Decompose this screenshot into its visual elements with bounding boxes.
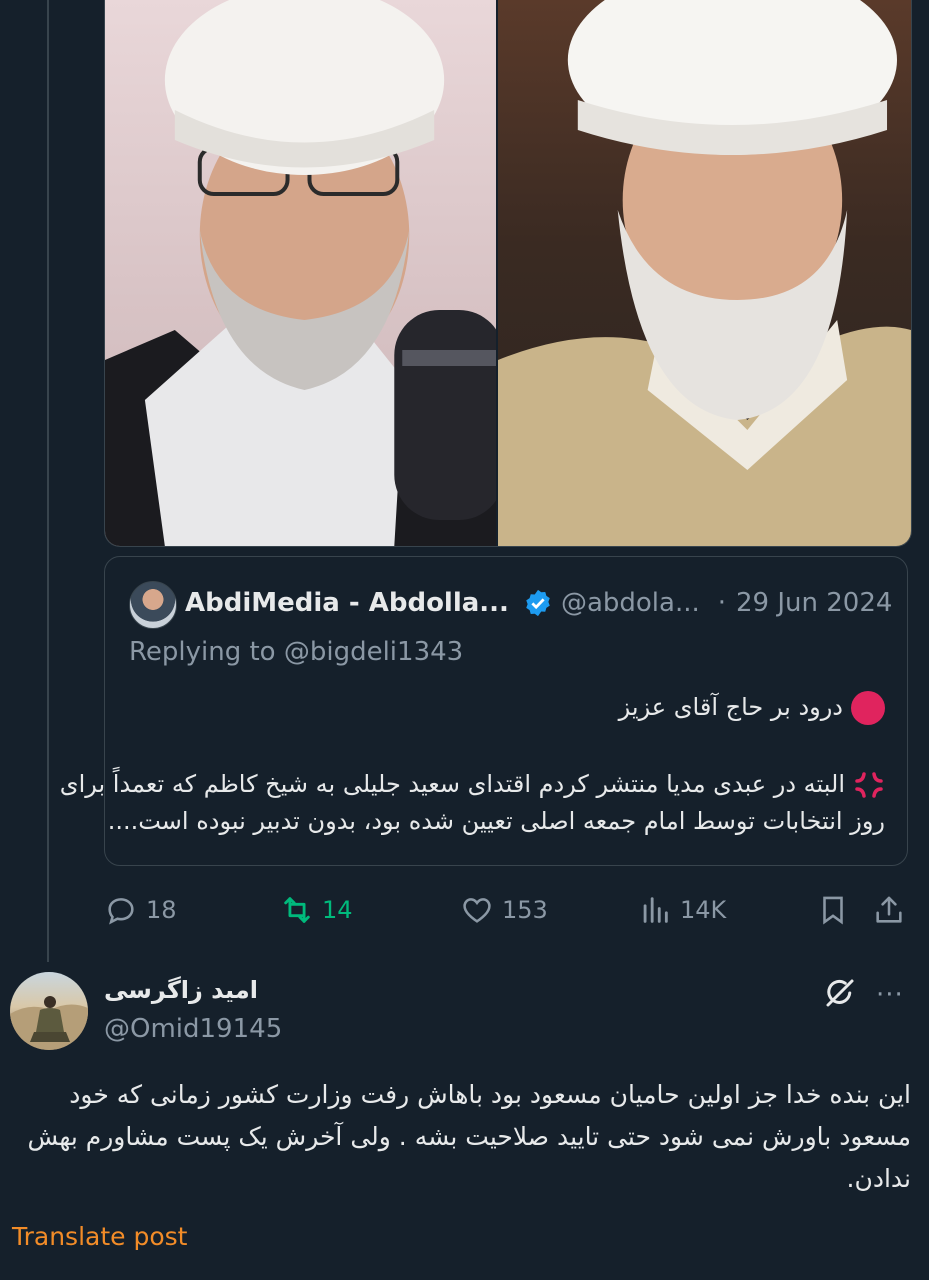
- reply-icon: [108, 898, 134, 925]
- reply-text-line: ندادن.: [846, 1164, 911, 1193]
- reply-author-name[interactable]: امید زاگرسی: [104, 976, 258, 1004]
- red-circle-emoji-icon: [851, 691, 885, 725]
- retweet-button[interactable]: 14: [280, 888, 353, 932]
- like-button[interactable]: 153: [460, 888, 548, 932]
- quoted-author-handle[interactable]: @abdola...: [561, 588, 700, 618]
- reply-author-handle[interactable]: @Omid19145: [104, 1014, 282, 1044]
- thread-connector-line: [47, 0, 49, 962]
- heart-icon: [463, 898, 491, 923]
- media-photo-left[interactable]: [105, 0, 497, 546]
- quoted-author-avatar[interactable]: [129, 581, 177, 629]
- reply-tweet-text: این بنده خدا جز اولین حامیان مسعود بود ب…: [27, 1074, 911, 1200]
- replying-to-label: Replying to @bigdeli1343: [129, 637, 464, 667]
- verified-badge-icon: [526, 589, 550, 617]
- view-count: 14K: [680, 896, 727, 924]
- bookmark-button[interactable]: [816, 888, 858, 932]
- quoted-tweet-date[interactable]: 29 Jun 2024: [736, 588, 892, 618]
- retweet-count: 14: [322, 896, 353, 924]
- quoted-text-line: البته در عبدی مدیا منتشر کردم اقتدای سعی…: [60, 769, 885, 801]
- header-separator: ·: [717, 588, 727, 618]
- avatar-photo: [10, 996, 88, 1050]
- reply-button[interactable]: 18: [104, 888, 177, 932]
- reply-text-line: مسعود باورش نمی شود حتی تایید صلاحیت بشه…: [27, 1122, 911, 1151]
- analytics-bar-icon: [643, 897, 668, 923]
- reply-text-line: این بنده خدا جز اولین حامیان مسعود بود ب…: [69, 1080, 911, 1109]
- reply-count: 18: [146, 896, 177, 924]
- quoted-tweet-card[interactable]: AbdiMedia - Abdolla... @abdola... · 29 J…: [60, 556, 908, 866]
- quoted-tweet-header: AbdiMedia - Abdolla... @abdola... · 29 J…: [185, 583, 892, 623]
- quoted-author-name[interactable]: AbdiMedia - Abdolla...: [185, 588, 509, 618]
- quoted-text-line: روز انتخابات توسط امام جمعه اصلی تعیین ش…: [107, 807, 885, 835]
- media-photo-right[interactable]: [498, 0, 911, 546]
- bookmark-icon: [823, 896, 843, 925]
- more-options-icon[interactable]: ···: [876, 982, 904, 1008]
- reply-author-avatar[interactable]: [10, 972, 88, 1050]
- translate-post-link[interactable]: Translate post: [12, 1222, 187, 1251]
- grok-icon[interactable]: [822, 975, 858, 1011]
- quoted-text-line: درود بر حاج آقای عزیز: [619, 691, 885, 725]
- views-button[interactable]: 14K: [638, 888, 726, 932]
- share-icon: [876, 896, 902, 923]
- tweet-media[interactable]: [104, 0, 912, 547]
- share-button[interactable]: [872, 888, 914, 932]
- like-count: 153: [502, 896, 548, 924]
- tweet-action-bar: 18 14 153 14K: [104, 888, 914, 932]
- retweet-icon: [284, 897, 310, 923]
- anger-symbol-emoji-icon: [855, 772, 883, 798]
